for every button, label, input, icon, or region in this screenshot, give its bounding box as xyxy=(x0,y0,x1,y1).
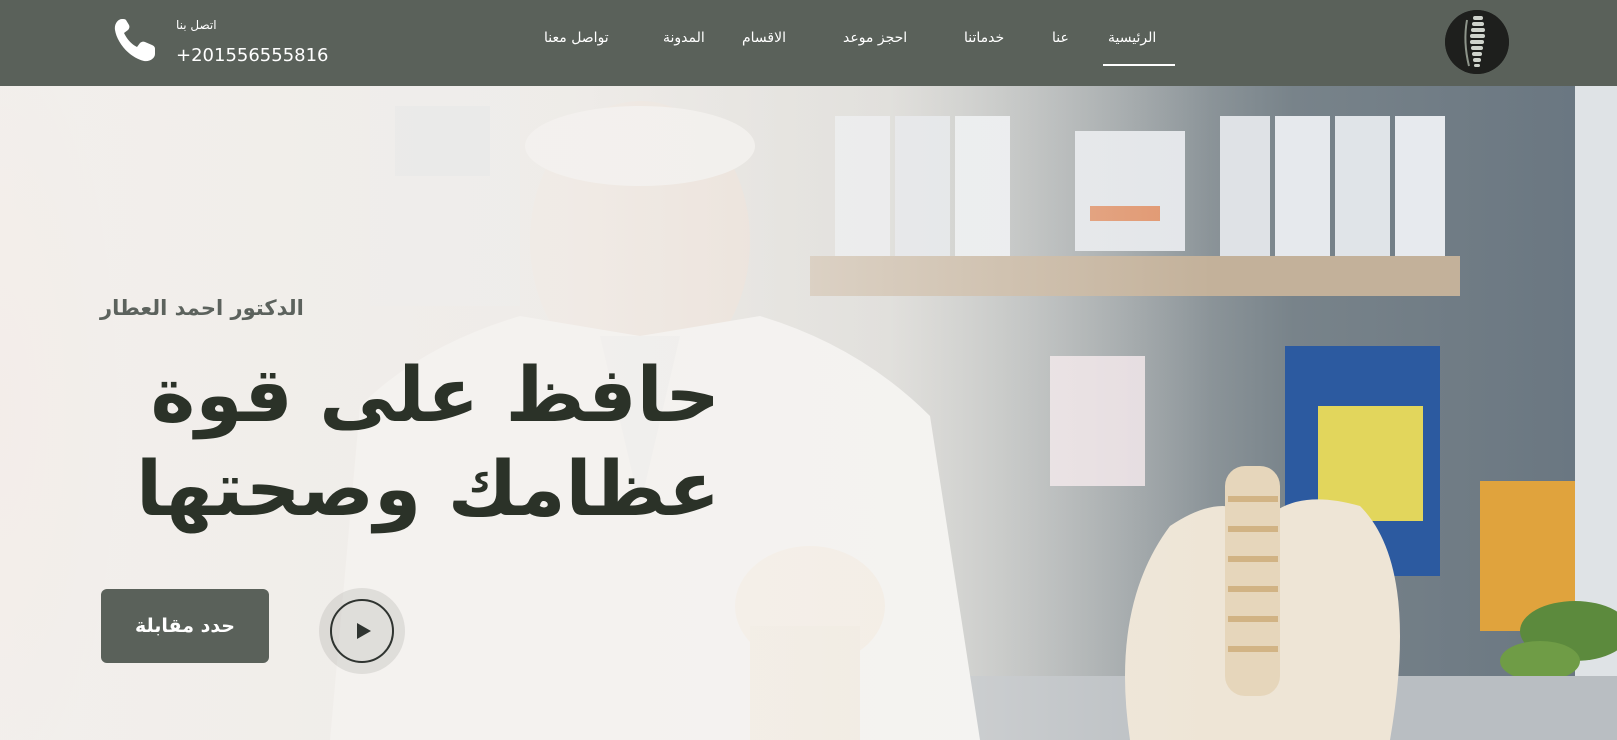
main-nav: الرئيسية عنا خدماتنا احجز موعد الاقسام ا… xyxy=(0,0,1617,86)
call-us-label: اتصل بنا xyxy=(176,18,217,32)
nav-home[interactable]: الرئيسية xyxy=(1108,30,1156,46)
nav-services[interactable]: خدماتنا xyxy=(964,30,1004,46)
play-video-button[interactable] xyxy=(319,588,405,674)
nav-book-appointment[interactable]: احجز موعد xyxy=(843,30,907,46)
nav-contact[interactable]: تواصل معنا xyxy=(544,30,609,46)
phone-icon[interactable] xyxy=(112,16,158,64)
nav-about[interactable]: عنا xyxy=(1052,30,1069,46)
hero-headline: حافظ على قوة عظامك وصحتها xyxy=(136,350,720,533)
nav-blog[interactable]: المدونة xyxy=(663,30,705,46)
nav-active-underline xyxy=(1103,64,1175,66)
book-interview-button[interactable]: حدد مقابلة xyxy=(101,589,269,663)
phone-number[interactable]: +201556555816 xyxy=(176,45,329,66)
hero-section: الدكتور احمد العطار حافظ على قوة عظامك و… xyxy=(0,86,1617,740)
nav-departments[interactable]: الاقسام xyxy=(742,30,786,46)
doctor-name: الدكتور احمد العطار xyxy=(100,296,304,320)
top-navbar: الرئيسية عنا خدماتنا احجز موعد الاقسام ا… xyxy=(0,0,1617,86)
play-icon xyxy=(357,623,371,639)
